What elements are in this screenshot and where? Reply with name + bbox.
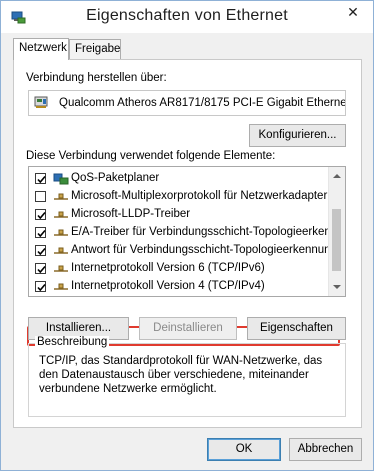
checkbox[interactable] <box>35 209 46 220</box>
tab-netzwerk[interactable]: Netzwerk <box>13 38 69 60</box>
description-title: Beschreibung <box>35 336 110 348</box>
items-label: Diese Verbindung verwendet folgende Elem… <box>26 150 276 162</box>
item-label: Microsoft-Multiplexorprotokoll für Netzw… <box>71 190 328 202</box>
list-scrollbar[interactable] <box>328 167 345 296</box>
close-button[interactable]: ✕ <box>339 1 367 23</box>
ok-button[interactable]: OK <box>207 438 281 461</box>
checkbox[interactable] <box>35 191 46 202</box>
checkbox[interactable] <box>35 227 46 238</box>
properties-dialog: Eigenschaften von Ethernet ✕ Netzwerk Fr… <box>0 0 374 471</box>
item-label: E/A-Treiber für Verbindungsschicht-Topol… <box>71 226 346 238</box>
configure-button[interactable]: Konfigurieren... <box>249 124 346 147</box>
list-item[interactable]: QoS-Paketplaner <box>29 170 329 188</box>
network-tab-panel: Verbindung herstellen über: Qualcomm Ath… <box>13 59 362 428</box>
cancel-button[interactable]: Abbrechen <box>289 438 362 461</box>
list-item[interactable]: E/A-Treiber für Verbindungsschicht-Topol… <box>29 224 345 242</box>
description-text: TCP/IP, das Standardprotokoll für WAN-Ne… <box>39 355 323 395</box>
uninstall-button[interactable]: Deinstallieren <box>139 317 237 340</box>
item-label: Internetprotokoll Version 4 (TCP/IPv4) <box>71 280 265 292</box>
item-label: Microsoft-LLDP-Treiber <box>71 208 191 220</box>
list-item[interactable]: Microsoft-LLDP-Treiber <box>29 206 329 224</box>
properties-button[interactable]: Eigenschaften <box>247 317 346 340</box>
checkmark-icon <box>37 229 46 238</box>
checkbox[interactable] <box>35 245 46 256</box>
checkmark-icon <box>37 265 46 274</box>
list-item[interactable]: Internetprotokoll Version 6 (TCP/IPv6) <box>29 260 329 278</box>
adapter-name: Qualcomm Atheros AR8171/8175 PCI-E Gigab… <box>59 97 346 109</box>
title-bar: Eigenschaften von Ethernet ✕ <box>1 1 373 33</box>
window-title: Eigenschaften von Ethernet <box>86 7 288 24</box>
scroll-down-icon[interactable] <box>332 282 342 292</box>
network-card-icon <box>34 96 48 108</box>
components-list[interactable]: QoS-Paketplaner Microsoft-Multiplexorpro… <box>28 166 346 297</box>
checkmark-icon <box>37 247 46 256</box>
checkmark-icon <box>37 175 46 184</box>
connection-label: Verbindung herstellen über: <box>26 72 167 84</box>
protocol-icon <box>54 193 68 200</box>
description-group: Beschreibung TCP/IP, das Standardprotoko… <box>28 336 346 417</box>
list-item[interactable]: Antwort für Verbindungsschicht-Topologie… <box>29 242 337 260</box>
adapter-field: Qualcomm Atheros AR8171/8175 PCI-E Gigab… <box>28 90 346 116</box>
protocol-icon <box>54 283 68 290</box>
checkmark-icon <box>37 283 46 292</box>
item-label: Internetprotokoll Version 6 (TCP/IPv6) <box>71 262 265 274</box>
scroll-thumb[interactable] <box>332 209 341 271</box>
tab-freigabe[interactable]: Freigabe <box>69 39 121 59</box>
scroll-up-icon[interactable] <box>332 171 342 181</box>
protocol-icon <box>54 211 68 218</box>
list-item[interactable]: Microsoft-Multiplexorprotokoll für Netzw… <box>29 188 329 206</box>
checkbox[interactable] <box>35 263 46 274</box>
checkmark-icon <box>37 211 46 220</box>
qos-icon <box>53 173 69 185</box>
list-item-selected[interactable]: Internetprotokoll Version 4 (TCP/IPv4) <box>29 278 329 296</box>
protocol-icon <box>54 265 68 272</box>
item-label: Antwort für Verbindungsschicht-Topologie… <box>71 244 337 256</box>
protocol-icon <box>54 229 68 236</box>
checkbox[interactable] <box>35 281 46 292</box>
protocol-icon <box>54 247 68 254</box>
checkbox[interactable] <box>35 173 46 184</box>
item-label: QoS-Paketplaner <box>71 172 160 184</box>
